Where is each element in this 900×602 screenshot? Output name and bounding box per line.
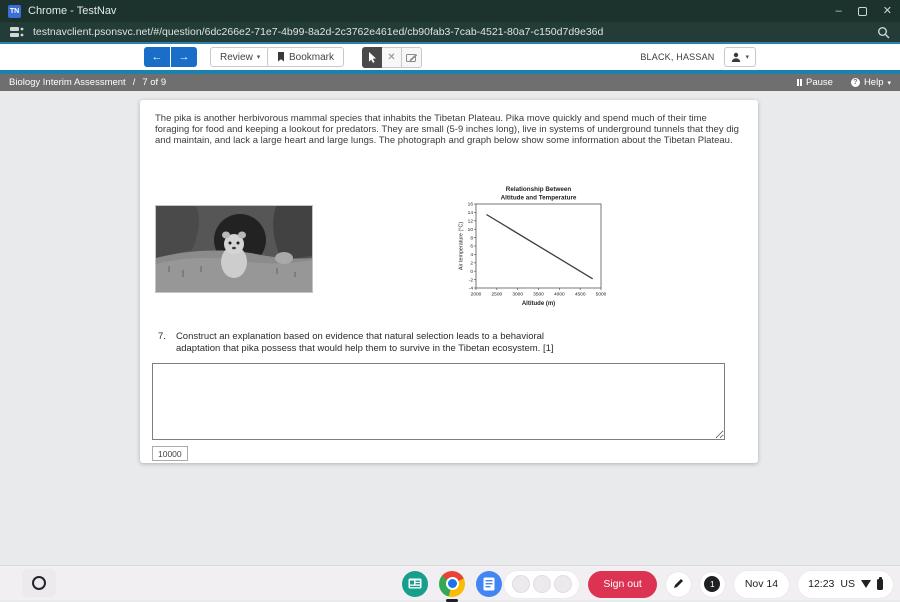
altitude-temperature-chart: Relationship Between Altitude and Tempera… xyxy=(457,184,609,309)
svg-text:-4: -4 xyxy=(469,286,474,292)
svg-text:5000: 5000 xyxy=(596,292,607,298)
svg-text:6: 6 xyxy=(470,244,473,250)
assessment-bar: Biology Interim Assessment / 7 of 9 Paus… xyxy=(0,74,900,91)
tabs-icon[interactable] xyxy=(10,26,24,38)
cursor-icon xyxy=(368,52,377,63)
document-icon xyxy=(483,577,495,591)
search-icon[interactable] xyxy=(877,26,890,39)
svg-text:0: 0 xyxy=(470,269,473,275)
user-name: BLACK, HASSAN xyxy=(640,52,714,62)
clock: 12:23 xyxy=(808,578,834,590)
help-icon: ? xyxy=(851,78,860,87)
svg-text:3000: 3000 xyxy=(512,292,523,298)
window-titlebar: TN Chrome - TestNav – ✕ xyxy=(0,0,900,22)
notification-tray[interactable] xyxy=(504,571,579,598)
cross-off-icon: ✕ xyxy=(387,52,395,63)
chevron-down-icon: ▾ xyxy=(257,53,261,61)
bookmark-icon xyxy=(277,52,285,62)
back-button[interactable]: ← xyxy=(144,47,170,67)
chevron-down-icon: ▾ xyxy=(887,79,891,87)
answer-textarea[interactable] xyxy=(152,363,725,440)
svg-text:12: 12 xyxy=(468,219,474,225)
page-background: The pika is another herbivorous mammal s… xyxy=(0,91,900,565)
svg-text:8: 8 xyxy=(470,235,473,241)
assessment-title: Biology Interim Assessment xyxy=(9,77,126,88)
svg-text:14: 14 xyxy=(468,210,474,216)
question-prompt: Construct an explanation based on eviden… xyxy=(176,331,590,355)
date-pill[interactable]: Nov 14 xyxy=(734,571,789,598)
pause-label: Pause xyxy=(806,77,833,88)
svg-text:3500: 3500 xyxy=(533,292,544,298)
pause-icon xyxy=(797,79,803,86)
review-dropdown-button[interactable]: Review ▾ xyxy=(210,47,270,67)
pika-photo xyxy=(155,205,313,293)
svg-text:Relationship Between: Relationship Between xyxy=(506,186,572,193)
passage-text: The pika is another herbivorous mammal s… xyxy=(155,113,743,146)
shelf: Sign out 1 Nov 14 12:23 US xyxy=(0,565,900,600)
badge-icon xyxy=(408,578,422,589)
character-counter: 10000 xyxy=(152,446,188,461)
notification-thumbnail xyxy=(554,575,572,593)
launcher-button[interactable] xyxy=(22,569,56,597)
notification-counter-button[interactable]: 1 xyxy=(700,572,725,597)
help-menu-button[interactable]: ? Help ▾ xyxy=(851,77,891,88)
svg-text:4500: 4500 xyxy=(575,292,586,298)
status-tray[interactable]: 12:23 US xyxy=(798,571,893,598)
svg-text:10: 10 xyxy=(468,227,474,233)
restore-button[interactable] xyxy=(858,7,867,16)
answer-eliminator-tool-button[interactable]: ✕ xyxy=(382,47,402,68)
window-title: Chrome - TestNav xyxy=(28,5,116,17)
notification-count: 1 xyxy=(704,576,720,592)
forward-arrow-icon: → xyxy=(179,51,190,63)
svg-text:2000: 2000 xyxy=(471,292,482,298)
notepad-icon xyxy=(406,53,418,63)
testnav-app-icon[interactable] xyxy=(402,571,428,597)
svg-text:4: 4 xyxy=(470,252,473,258)
stylus-tools-button[interactable] xyxy=(666,572,691,597)
pause-button[interactable]: Pause xyxy=(797,77,833,88)
help-label: Help xyxy=(864,77,884,88)
docs-app-icon[interactable] xyxy=(476,571,502,597)
testnav-favicon: TN xyxy=(8,5,21,18)
svg-text:2: 2 xyxy=(470,261,473,267)
network-icon xyxy=(861,580,871,588)
notification-thumbnail xyxy=(533,575,551,593)
url-text[interactable]: testnavclient.psonsvc.net/#/question/6dc… xyxy=(33,26,603,38)
close-button[interactable]: ✕ xyxy=(883,6,892,17)
notification-thumbnail xyxy=(512,575,530,593)
notepad-tool-button[interactable] xyxy=(402,47,422,68)
chrome-logo xyxy=(439,571,465,597)
forward-button[interactable]: → xyxy=(171,47,197,67)
testnav-toolbar: ← → Review ▾ Bookmark ✕ BLACK, HASSAN ▾ xyxy=(0,44,900,70)
person-icon xyxy=(731,52,741,62)
chevron-down-icon: ▾ xyxy=(745,53,749,61)
url-bar: testnavclient.psonsvc.net/#/question/6dc… xyxy=(0,22,900,42)
svg-text:4000: 4000 xyxy=(554,292,565,298)
pointer-tool-button[interactable] xyxy=(362,47,382,68)
back-arrow-icon: ← xyxy=(152,51,163,63)
svg-text:16: 16 xyxy=(468,202,474,208)
bookmark-label: Bookmark xyxy=(289,52,334,63)
pika-photo-image xyxy=(156,206,312,292)
sign-out-button[interactable]: Sign out xyxy=(588,571,657,598)
bookmark-button[interactable]: Bookmark xyxy=(267,47,344,67)
breadcrumb-separator: / xyxy=(133,77,136,88)
active-app-indicator xyxy=(446,599,458,602)
chrome-app-icon[interactable] xyxy=(439,571,465,597)
svg-text:Air temperature (°C): Air temperature (°C) xyxy=(459,222,465,270)
minimize-button[interactable]: – xyxy=(836,6,842,17)
locale-label: US xyxy=(840,578,855,590)
svg-text:-2: -2 xyxy=(469,277,474,283)
review-label: Review xyxy=(220,52,253,63)
svg-text:Altitude and Temperature: Altitude and Temperature xyxy=(501,195,577,202)
question-progress: 7 of 9 xyxy=(142,77,166,88)
launcher-icon xyxy=(32,576,46,590)
question-number: 7. xyxy=(158,331,166,355)
svg-text:2500: 2500 xyxy=(491,292,502,298)
battery-icon xyxy=(877,579,883,590)
user-menu-button[interactable]: ▾ xyxy=(724,47,756,67)
pen-icon xyxy=(672,578,684,590)
svg-text:Altitude (m): Altitude (m) xyxy=(522,301,555,307)
question-card: The pika is another herbivorous mammal s… xyxy=(140,100,758,463)
